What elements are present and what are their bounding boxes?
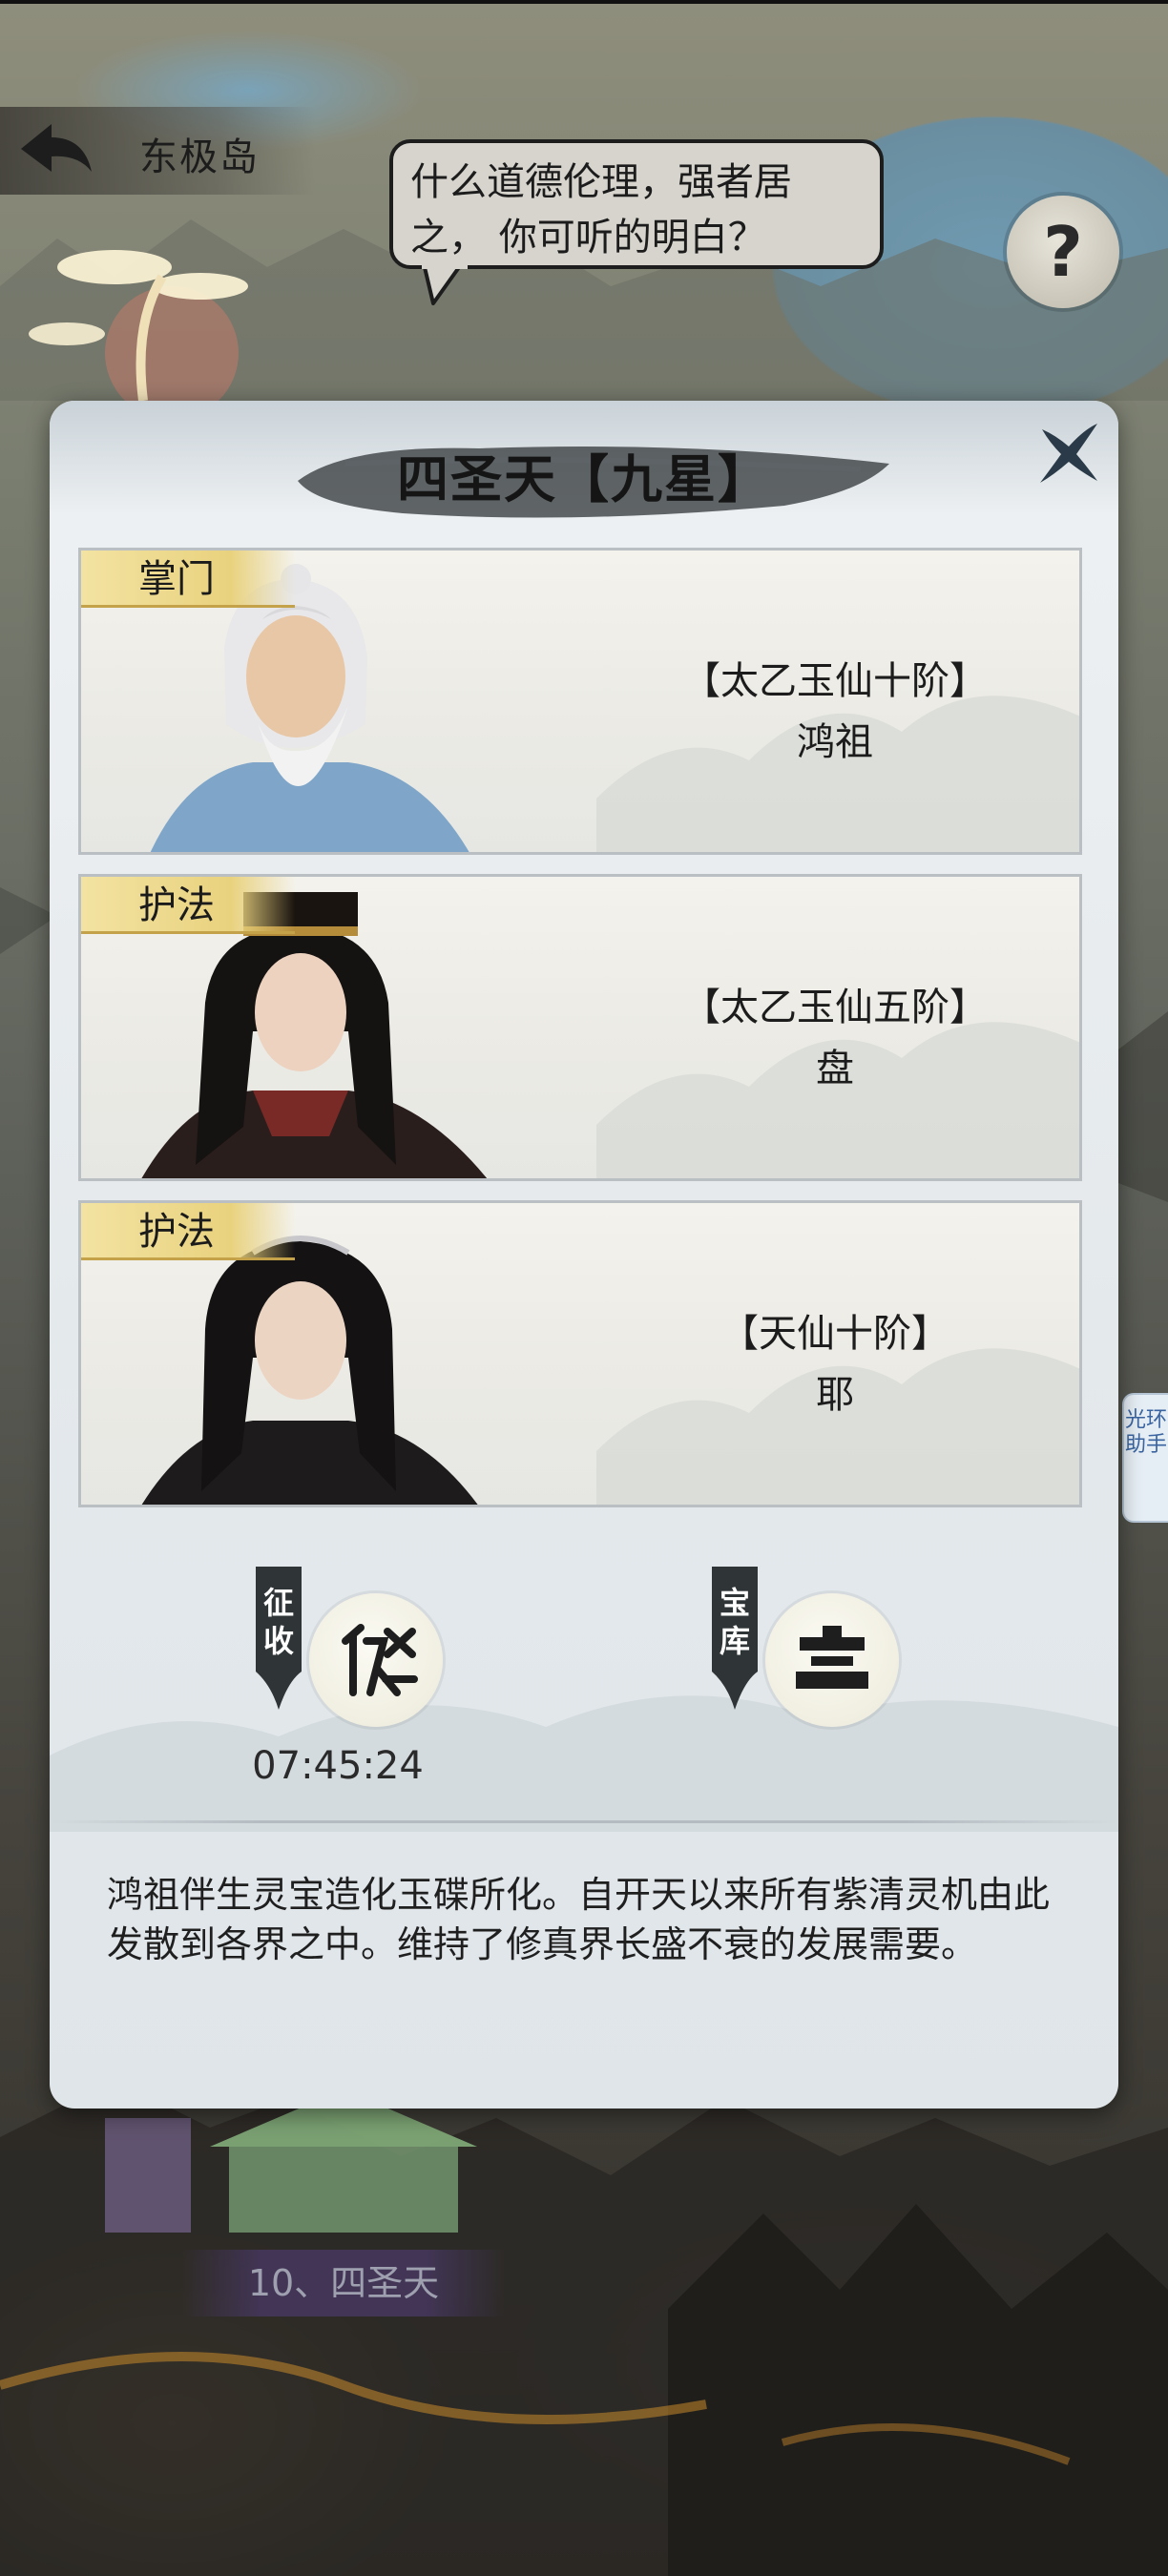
levy-label: 征收	[262, 1585, 294, 1659]
member-name: 鸿祖	[797, 720, 873, 764]
levy-icon	[342, 1624, 418, 1696]
dialog-title: 四圣天【九星】	[397, 449, 771, 509]
back-arrow-icon[interactable]	[13, 116, 99, 183]
member-name: 耶	[816, 1373, 854, 1417]
top-edge	[0, 0, 1168, 4]
member-rank: 【太乙玉仙五阶】	[682, 986, 988, 1029]
dialog-mist-decoration	[50, 1695, 1118, 1832]
role-tag-guardian: 护法	[81, 877, 295, 934]
sect-info-dialog: 四圣天【九星】 掌门 【太乙玉仙十阶】 鸿祖 护法 【太乙玉仙五阶】 盘 护法 …	[50, 401, 1118, 2109]
location-title: 东极岛	[139, 135, 260, 179]
member-name: 盘	[816, 1047, 854, 1091]
speech-bubble: 什么道德伦理，强者居 之， 你可听的明白？	[389, 139, 884, 269]
map-sect-label[interactable]: 10、四圣天	[181, 2250, 506, 2316]
treasury-icon	[796, 1626, 868, 1689]
member-card-guardian-1[interactable]: 护法 【太乙玉仙五阶】 盘	[78, 874, 1082, 1181]
sect-description: 鸿祖伴生灵宝造化玉碟所化。自开天以来所有紫清灵机由此发散到各界之中。维持了修真界…	[107, 1874, 1051, 1965]
member-rank: 【天仙十阶】	[720, 1312, 949, 1356]
help-question-icon: ?	[1043, 212, 1083, 292]
close-icon[interactable]	[1032, 416, 1105, 488]
levy-timer: 07:45:24	[252, 1744, 424, 1788]
role-tag-guardian: 护法	[81, 1203, 295, 1260]
role-tag-leader: 掌门	[81, 551, 295, 608]
side-helper-label: 光环助手	[1124, 1408, 1167, 1457]
levy-button[interactable]: 征收	[250, 1567, 460, 1757]
back-bar[interactable]: 东极岛	[0, 107, 315, 195]
speech-bubble-tail	[422, 263, 468, 305]
member-card-guardian-2[interactable]: 护法 【天仙十阶】 耶	[78, 1200, 1082, 1507]
speech-line-2: 之， 你可听的明白？	[410, 216, 766, 260]
dialog-divider	[50, 1820, 1118, 1823]
member-card-leader[interactable]: 掌门 【太乙玉仙十阶】 鸿祖	[78, 548, 1082, 855]
side-helper-tab[interactable]: 光环助手	[1122, 1393, 1168, 1523]
treasury-button[interactable]: 宝库	[706, 1567, 916, 1757]
member-rank: 【太乙玉仙十阶】	[682, 659, 988, 703]
speech-line-1: 什么道德伦理，强者居	[410, 160, 792, 204]
treasury-label: 宝库	[719, 1585, 750, 1659]
help-button[interactable]: ?	[1007, 196, 1119, 308]
